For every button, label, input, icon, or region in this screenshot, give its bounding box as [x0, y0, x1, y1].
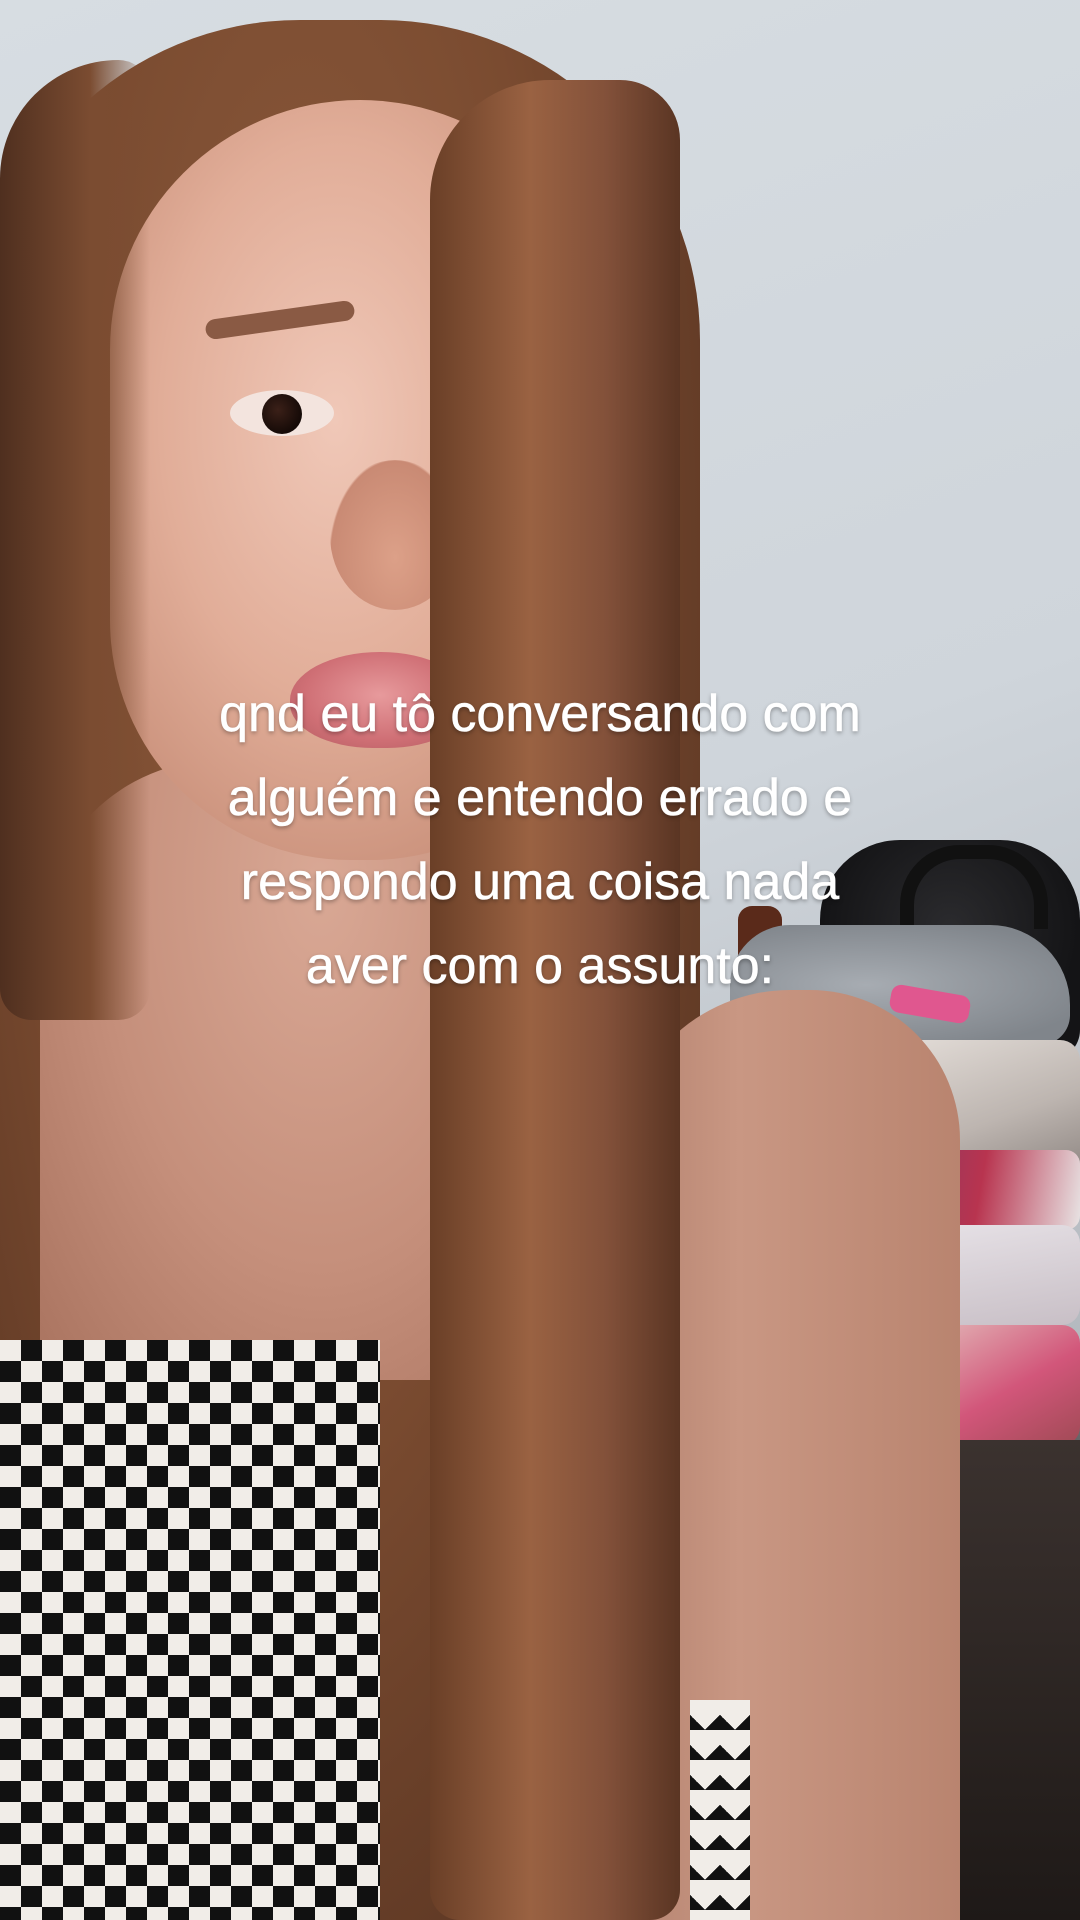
left-eyebrow [204, 299, 356, 341]
caption-line: qnd eu tô conversando com [219, 685, 861, 744]
video-frame: qnd eu tô conversando com alguém e enten… [0, 0, 1080, 1920]
caption-text: qnd eu tô conversando com alguém e enten… [90, 672, 990, 1008]
caption-line: respondo uma coisa nada [240, 853, 840, 912]
houndstooth-top-edge [690, 1700, 750, 1920]
left-eye [230, 390, 334, 436]
caption-line: alguém e entendo errado e [227, 769, 853, 828]
houndstooth-top [0, 1340, 380, 1920]
caption-line: aver com o assunto: [305, 937, 775, 996]
